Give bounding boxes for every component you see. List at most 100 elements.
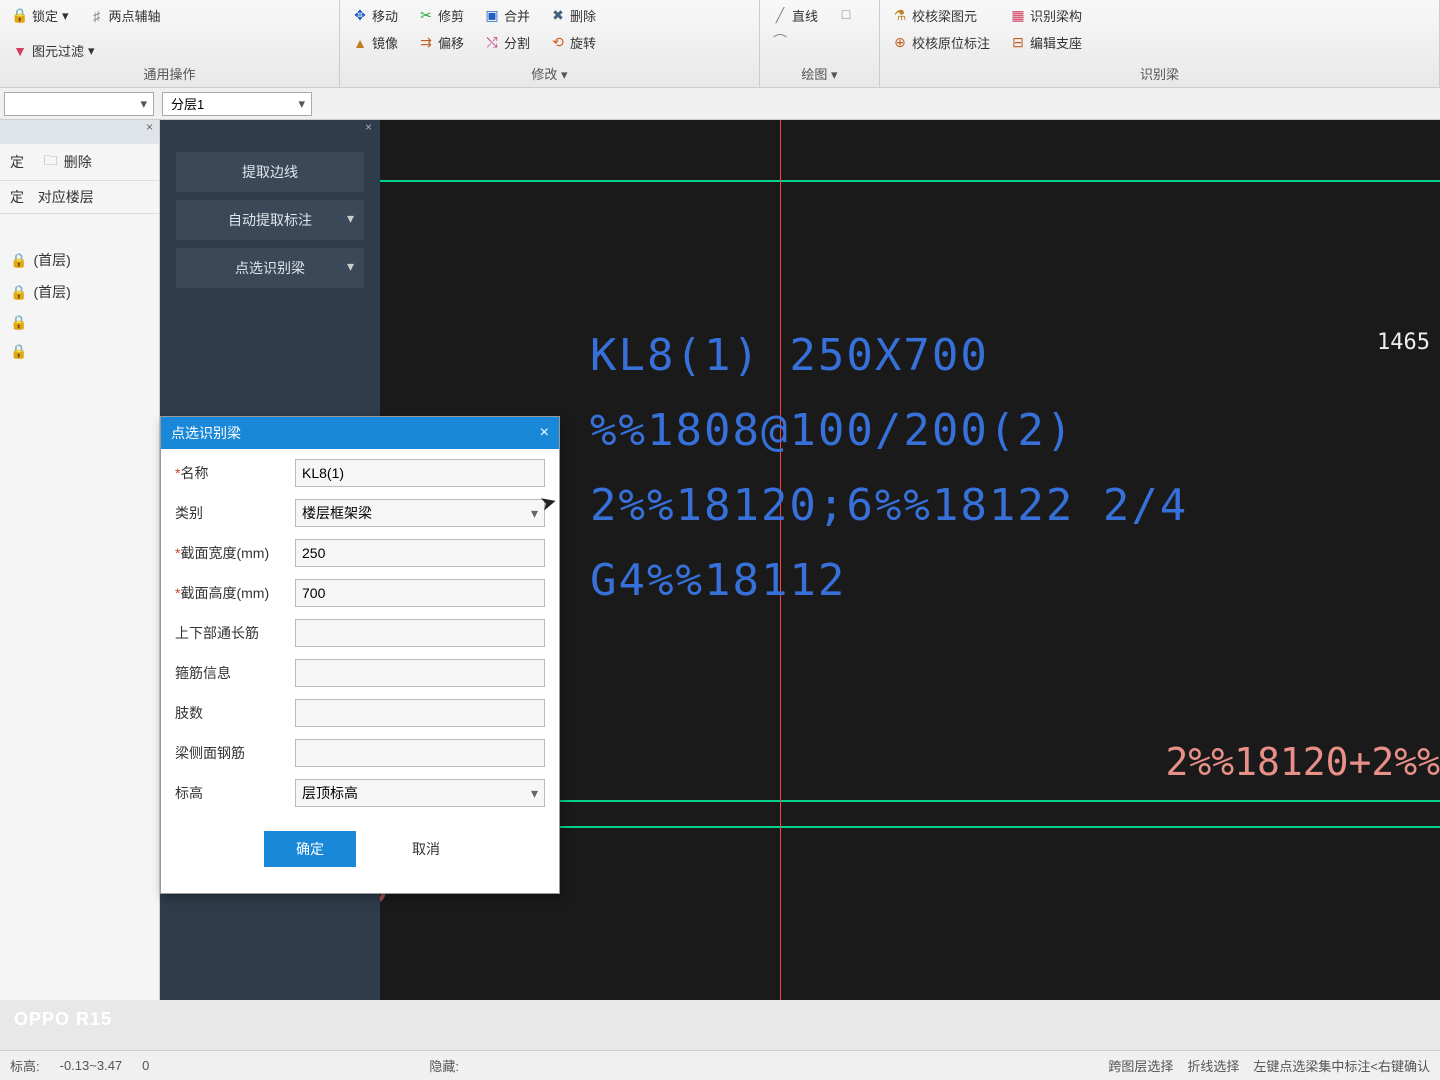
extract-edge-button[interactable]: 提取边线 <box>176 152 364 192</box>
check-beam-elem-button[interactable]: ⚗校核梁图元 <box>888 4 994 27</box>
stirrup-input[interactable] <box>295 659 545 687</box>
height-input[interactable] <box>295 579 545 607</box>
rotate-label: 旋转 <box>570 33 596 52</box>
chevron-down-icon: ▾ <box>347 258 354 275</box>
ok-button[interactable]: 确定 <box>264 831 356 867</box>
delete-icon: ✖ <box>550 8 566 24</box>
lock-button[interactable]: 🔒锁定 ▾ <box>8 4 73 27</box>
status-elev-label: 标高: <box>10 1056 40 1075</box>
draw-group-label[interactable]: 绘图 ▾ <box>768 64 871 83</box>
merge-icon: ▣ <box>484 8 500 24</box>
side-rebar-label: 梁侧面钢筋 <box>175 743 295 763</box>
general-ops-label: 通用操作 <box>8 64 331 83</box>
tool-panel-close[interactable]: × <box>160 120 380 144</box>
mirror-icon: ▲ <box>352 35 368 51</box>
move-label: 移动 <box>372 6 398 25</box>
check-origin-anno-button[interactable]: ⊕校核原位标注 <box>888 31 994 54</box>
split-icon: ⤭ <box>484 35 500 51</box>
left-panel-row-3[interactable]: 🔒 <box>0 308 159 337</box>
layer-combo-2[interactable]: 分层1 <box>162 92 312 116</box>
lock-icon: 🔒 <box>10 284 27 301</box>
dialog-close-button[interactable]: × <box>540 424 549 442</box>
main-area: × 定 🗀删除 定 对应楼层 🔒(首层) 🔒(首层) 🔒 🔒 × 提取边线 自动… <box>0 120 1440 1000</box>
left-panel-close[interactable]: × <box>0 120 159 144</box>
lock-icon: 🔒 <box>10 314 27 331</box>
type-label: 类别 <box>175 503 295 523</box>
point-identify-beam-button[interactable]: 点选识别梁 ▾ <box>176 248 364 288</box>
offset-button[interactable]: ⇉偏移 <box>414 31 468 54</box>
type-select[interactable]: 楼层框架梁 <box>295 499 545 527</box>
move-icon: ✥ <box>352 8 368 24</box>
side-rebar-input[interactable] <box>295 739 545 767</box>
left-panel-row-4[interactable]: 🔒 <box>0 337 159 366</box>
auto-extract-anno-label: 自动提取标注 <box>228 212 312 228</box>
edit-support-button[interactable]: ⊟编辑支座 <box>1006 31 1086 54</box>
delete-button[interactable]: ✖删除 <box>546 4 600 27</box>
two-point-axis-label: 两点辅轴 <box>109 6 161 25</box>
height-label: *截面高度(mm) <box>175 583 295 603</box>
filter-icon: ▼ <box>12 43 28 59</box>
rect-button[interactable]: □ <box>834 4 858 24</box>
polyline-select-toggle[interactable]: 折线选择 <box>1187 1056 1239 1075</box>
rotate-button[interactable]: ⟲旋转 <box>546 31 600 54</box>
arc-icon: ⌒ <box>772 33 788 49</box>
lp-row1-label: (首层) <box>33 250 70 270</box>
rect-icon: □ <box>838 6 854 22</box>
ribbon-toolbar: 🔒锁定 ▾ ♯两点辅轴 ▼图元过滤 ▾ 通用操作 ✥移动 ▲镜像 ✂修剪 ⇉偏移… <box>0 0 1440 88</box>
rotate-icon: ⟲ <box>550 35 566 51</box>
trim-button[interactable]: ✂修剪 <box>414 4 468 27</box>
edit-support-label: 编辑支座 <box>1030 33 1082 52</box>
dialog-titlebar[interactable]: 点选识别梁 × <box>161 417 559 449</box>
mirror-button[interactable]: ▲镜像 <box>348 31 402 54</box>
limb-input[interactable] <box>295 699 545 727</box>
arc-button[interactable]: ⌒ <box>768 31 822 51</box>
left-panel-row-1[interactable]: 🔒(首层) <box>0 244 159 276</box>
modify-group-label[interactable]: 修改 ▾ <box>348 64 751 83</box>
left-panel-floor-row[interactable]: 定 对应楼层 <box>0 180 159 214</box>
support-icon: ⊟ <box>1010 35 1026 51</box>
lp-floor-label: 对应楼层 <box>38 187 94 207</box>
width-input[interactable] <box>295 539 545 567</box>
beam-annotation-line3: 2%%18120;6%%18122 2/4 <box>590 480 1188 531</box>
identify-beam-struct-button[interactable]: ▦识别梁构 <box>1006 4 1086 27</box>
beam-annotation-line1: KL8(1) 250X700 <box>590 330 989 381</box>
dialog-title-text: 点选识别梁 <box>171 423 241 443</box>
point-identify-beam-label: 点选识别梁 <box>235 260 305 276</box>
line-icon: ╱ <box>772 8 788 24</box>
identify-beam-struct-label: 识别梁构 <box>1030 6 1082 25</box>
delete-icon: 🗀 <box>44 150 58 174</box>
element-filter-button[interactable]: ▼图元过滤 ▾ <box>8 39 331 62</box>
beam-annotation-line2: %%1808@100/200(2) <box>590 405 1074 456</box>
status-hint: 左键点选梁集中标注<右键确认 <box>1253 1056 1430 1075</box>
delete-label: 删除 <box>570 6 596 25</box>
merge-button[interactable]: ▣合并 <box>480 4 534 27</box>
cross-layer-toggle[interactable]: 跨图层选择 <box>1108 1056 1173 1075</box>
auto-extract-anno-button[interactable]: 自动提取标注▾ <box>176 200 364 240</box>
left-panel-delete-row[interactable]: 定 🗀删除 <box>0 144 159 180</box>
watermark: OPPO R15 <box>14 1009 112 1030</box>
identify-beam-group-label: 识别梁 <box>888 64 1431 83</box>
split-label: 分割 <box>504 33 530 52</box>
limb-label: 肢数 <box>175 703 295 723</box>
split-button[interactable]: ⤭分割 <box>480 31 534 54</box>
name-input[interactable] <box>295 459 545 487</box>
two-point-axis-button[interactable]: ♯两点辅轴 <box>85 4 165 27</box>
name-label: *名称 <box>175 463 295 483</box>
move-button[interactable]: ✥移动 <box>348 4 402 27</box>
line-button[interactable]: ╱直线 <box>768 4 822 27</box>
cancel-button[interactable]: 取消 <box>396 831 456 867</box>
layer-bar: 分层1 <box>0 88 1440 120</box>
merge-label: 合并 <box>504 6 530 25</box>
status-elev-value: -0.13~3.47 <box>60 1058 123 1073</box>
check-icon: ⚗ <box>892 8 908 24</box>
left-panel-row-2[interactable]: 🔒 (首层) <box>0 276 159 308</box>
thru-rebar-input[interactable] <box>295 619 545 647</box>
elev-select[interactable]: 层顶标高 <box>295 779 545 807</box>
lp-row2-label: (首层) <box>33 282 70 302</box>
axis-icon: ♯ <box>89 8 105 24</box>
extract-edge-label: 提取边线 <box>242 164 298 180</box>
struct-icon: ▦ <box>1010 8 1026 24</box>
beam-annotation-line4: G4%%18112 <box>590 555 846 606</box>
layer-combo-1[interactable] <box>4 92 154 116</box>
thru-rebar-label: 上下部通长筋 <box>175 623 295 643</box>
